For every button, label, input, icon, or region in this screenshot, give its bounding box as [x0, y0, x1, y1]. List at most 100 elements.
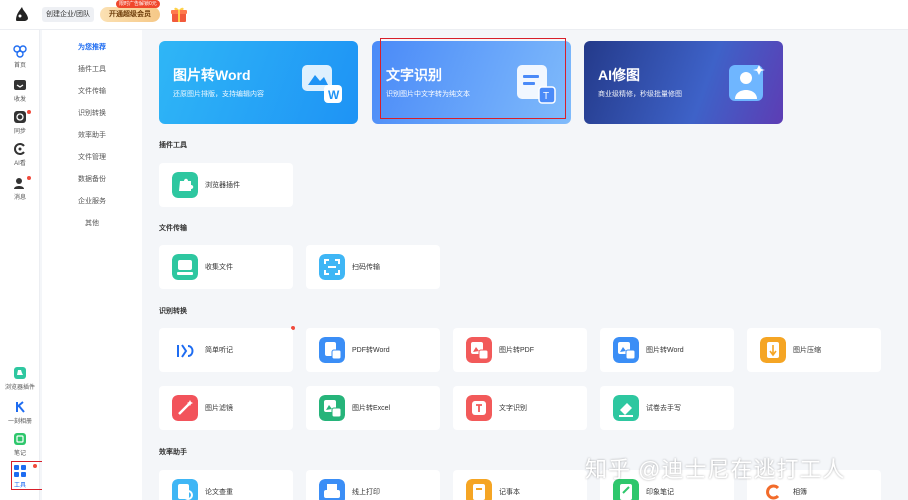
tool-label: 图片压缩 [793, 347, 821, 354]
tool-label: 浏览器插件 [205, 182, 240, 189]
tool-pdf-to-word[interactable]: PDF转Word [306, 328, 440, 372]
rail-label: 同步 [13, 129, 26, 135]
rail-item-ai[interactable]: AI看 [0, 142, 40, 167]
compress-icon [760, 337, 786, 363]
image-to-word-icon: W [302, 65, 342, 103]
rail-item-home[interactable]: 首页 [0, 44, 40, 69]
create-team-button[interactable]: 创建企业/团队 [42, 7, 94, 22]
image-to-excel-icon [319, 395, 345, 421]
hero-card-ai-retouch[interactable]: AI修图 商业级精修，秒级批量修图 [584, 41, 783, 124]
rail-item-inbox[interactable]: 收发 [0, 78, 40, 103]
tool-label: 图片滤镜 [205, 405, 233, 412]
vip-promo-badge: 限时广告解锁0元 [116, 0, 160, 8]
rail-label: 一刻相册 [7, 419, 32, 425]
main-content: 图片转Word 还原图片排版，支持编辑内容 W 文字识别 识别图片中文字转为纯文… [142, 30, 908, 500]
menu-item-file-transfer[interactable]: 文件传输 [42, 82, 142, 102]
tool-label: 记事本 [499, 489, 520, 496]
hero-title: AI修图 [598, 67, 640, 83]
menu-item-backup[interactable]: 数据备份 [42, 170, 142, 190]
home-icon [13, 45, 27, 58]
menu-item-plugin-tools[interactable]: 插件工具 [42, 60, 142, 80]
tool-label: 简单听记 [205, 347, 233, 354]
baidu-netdisk-logo[interactable] [12, 4, 32, 24]
sync-icon [14, 111, 26, 123]
paper-check-icon [172, 479, 198, 500]
eraser-icon [613, 395, 639, 421]
tool-label: 印象笔记 [646, 489, 674, 496]
tool-browser-plugin[interactable]: 浏览器插件 [159, 163, 293, 207]
section-title-transfer: 文件传输 [159, 225, 187, 232]
rail-label: 浏览器插件 [4, 385, 35, 391]
svg-text:W: W [328, 88, 340, 102]
tool-label: 扫码传输 [352, 264, 380, 271]
notepad-icon [466, 479, 492, 500]
image-to-pdf-icon [466, 337, 492, 363]
tool-scan-transfer[interactable]: 扫码传输 [306, 245, 440, 289]
svg-text:T: T [543, 91, 549, 102]
menu-item-file-manage[interactable]: 文件管理 [42, 148, 142, 168]
tool-image-to-pdf[interactable]: 图片转PDF [453, 328, 587, 372]
menu-item-other[interactable]: 其他 [42, 214, 142, 234]
menu-item-convert[interactable]: 识别转换 [42, 104, 142, 124]
tool-image-filter[interactable]: 图片滤镜 [159, 386, 293, 430]
note-icon [14, 433, 26, 445]
rail-label: 首页 [13, 63, 26, 69]
scan-icon [319, 254, 345, 280]
open-vip-button[interactable]: 开通超级会员 [100, 7, 160, 22]
puzzle-icon [172, 172, 198, 198]
hero-subtitle: 还原图片排版，支持编辑内容 [173, 91, 264, 98]
menu-item-efficiency[interactable]: 效率助手 [42, 126, 142, 146]
menu-item-enterprise[interactable]: 企业服务 [42, 192, 142, 212]
top-bar: 创建企业/团队 开通超级会员 限时广告解锁0元 [0, 0, 908, 30]
tool-label: 试卷去手写 [646, 405, 681, 412]
rail-item-album[interactable]: 一刻相册 [0, 400, 40, 425]
hero-subtitle: 商业级精修，秒级批量修图 [598, 91, 682, 98]
hero-title: 文字识别 [386, 67, 442, 83]
rail-item-browser-plugin[interactable]: 浏览器插件 [0, 366, 40, 391]
rail-label: 收发 [13, 97, 26, 103]
section-title-plugin: 插件工具 [159, 142, 187, 149]
tool-collect-files[interactable]: 收集文件 [159, 245, 293, 289]
album-icon [16, 401, 25, 413]
tool-label: 图片转PDF [499, 347, 534, 354]
category-menu: 为您推荐 插件工具 文件传输 识别转换 效率助手 文件管理 数据备份 企业服务 … [42, 30, 142, 500]
left-nav-rail: 首页 收发 同步 AI看 消息 浏览器插件 一刻相册 笔记 工具 [0, 30, 40, 500]
rail-item-note[interactable]: 笔记 [0, 432, 40, 457]
tool-label: 文字识别 [499, 405, 527, 412]
rail-item-message[interactable]: 消息 [0, 176, 40, 201]
plugin-icon [14, 367, 26, 379]
tool-simple-transcribe[interactable]: 简单听记 [159, 328, 293, 372]
text-recognition-icon: T [517, 65, 556, 104]
pdf-to-word-icon [319, 337, 345, 363]
tool-label: 图片转Excel [352, 405, 391, 412]
tool-label: 图片转Word [646, 347, 684, 354]
tool-image-compress[interactable]: 图片压缩 [747, 328, 881, 372]
magic-wand-icon [172, 395, 198, 421]
hero-card-image-to-word[interactable]: 图片转Word 还原图片排版，支持编辑内容 W [159, 41, 358, 124]
tool-label: 相簿 [793, 489, 807, 496]
tool-remove-handwriting[interactable]: 试卷去手写 [600, 386, 734, 430]
ai-retouch-icon [729, 65, 765, 101]
tool-paper-check[interactable]: 论文查重 [159, 470, 293, 500]
inbox-icon [14, 80, 26, 90]
gift-icon[interactable] [170, 5, 188, 23]
menu-item-recommended[interactable]: 为您推荐 [42, 38, 142, 58]
tool-image-to-excel[interactable]: 图片转Excel [306, 386, 440, 430]
ai-icon [14, 143, 25, 155]
rail-label: AI看 [14, 161, 26, 167]
hero-subtitle: 识别图片中文字转为纯文本 [386, 91, 470, 98]
image-to-word-small-icon [613, 337, 639, 363]
zhihu-watermark: 知乎 @迪士尼在逃打工人 [585, 457, 846, 482]
tool-notepad[interactable]: 记事本 [453, 470, 587, 500]
tool-label: 收集文件 [205, 264, 233, 271]
printer-icon [319, 479, 345, 500]
tool-text-recognition[interactable]: 文字识别 [453, 386, 587, 430]
rail-label: 笔记 [13, 451, 26, 457]
section-title-convert: 识别转换 [159, 308, 187, 315]
collect-files-icon [172, 254, 198, 280]
hero-card-text-recognition[interactable]: 文字识别 识别图片中文字转为纯文本 T [372, 41, 571, 124]
tool-image-to-word[interactable]: 图片转Word [600, 328, 734, 372]
unread-dot [27, 110, 31, 114]
tool-online-print[interactable]: 线上打印 [306, 470, 440, 500]
rail-item-sync[interactable]: 同步 [0, 110, 40, 135]
